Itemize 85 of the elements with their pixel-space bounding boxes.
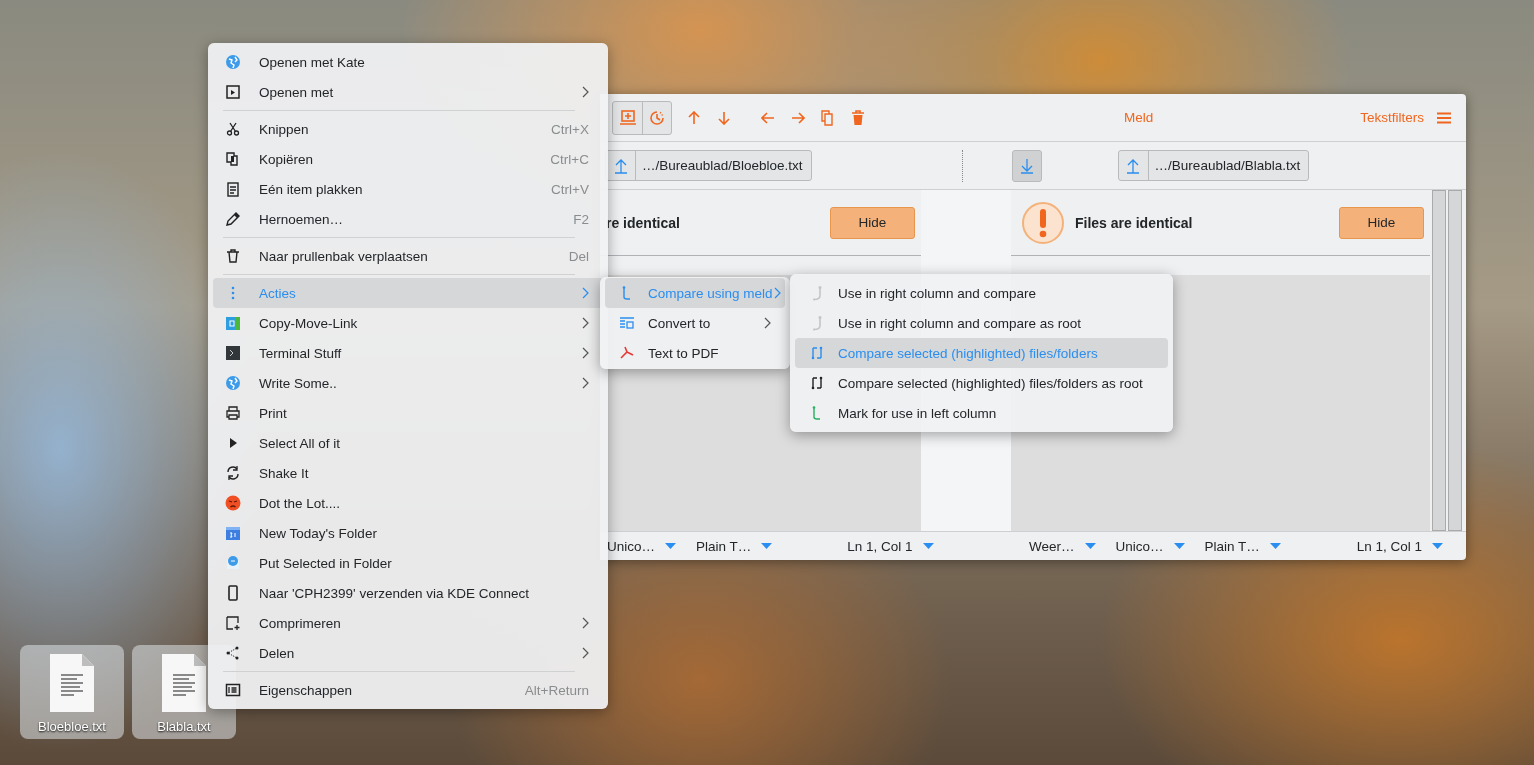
menu-item[interactable]: Eén item plakken Ctrl+V	[213, 174, 603, 204]
monitor-plus-icon	[618, 109, 637, 126]
menu-item[interactable]: Convert to	[605, 308, 785, 338]
archive-icon	[225, 615, 241, 631]
scrollbar[interactable]	[1432, 190, 1446, 531]
caret-icon	[1084, 543, 1096, 549]
caret-icon	[665, 543, 676, 549]
caret-icon	[1173, 543, 1185, 549]
status-dropdown[interactable]: Plain T…	[696, 538, 773, 554]
trash-icon	[851, 109, 865, 126]
globe-icon	[225, 54, 241, 70]
menu-item[interactable]: Put Selected in Folder	[213, 548, 603, 578]
menu-item[interactable]: Write Some..	[213, 368, 603, 398]
arrow-left-icon	[761, 111, 775, 124]
menu-item[interactable]: Naar prullenbak verplaatsen Del	[213, 241, 603, 271]
menu-item[interactable]: Dot the Lot....	[213, 488, 603, 518]
info-message: Files are identical	[1075, 214, 1193, 231]
status-dropdown[interactable]: Ln 1, Col 1	[847, 538, 934, 554]
angry-face-icon	[225, 495, 241, 511]
pencil-icon	[225, 211, 241, 227]
caret-icon	[1432, 543, 1444, 549]
menu-item[interactable]: Use in right column and compare as root	[795, 308, 1168, 338]
menu-item[interactable]: New Today's Folder	[213, 518, 603, 548]
menu-item[interactable]: Knippen Ctrl+X	[213, 114, 603, 144]
menu-item[interactable]: Openen met	[213, 77, 603, 107]
menu-item[interactable]: Openen met Kate	[213, 47, 603, 77]
menu-item[interactable]: Terminal Stuff	[213, 338, 603, 368]
properties-icon	[225, 682, 241, 698]
menu-item[interactable]: Copy-Move-Link	[213, 308, 603, 338]
file-name: Bloebloe.txt	[38, 719, 106, 734]
merge-down-button[interactable]	[1011, 149, 1042, 182]
text-file-icon	[49, 653, 95, 713]
path-field[interactable]: …/Bureaublad/Bloebloe.txt	[605, 150, 812, 181]
printer-icon	[225, 405, 241, 421]
status-dropdown[interactable]: Unico…	[607, 538, 676, 554]
status-dropdown[interactable]: Weer…	[1029, 538, 1096, 554]
copy-icon	[821, 109, 835, 126]
file-name: Blabla.txt	[157, 719, 211, 734]
pdf-icon	[619, 345, 635, 361]
arrow-up-icon	[688, 110, 700, 125]
menu-item[interactable]: Compare selected (highlighted) files/folders as root	[795, 368, 1168, 398]
text-file-icon	[161, 653, 207, 713]
globe-icon	[225, 375, 241, 391]
copy-icon	[225, 151, 241, 167]
info-message: re identical	[606, 214, 680, 231]
play-window-icon	[225, 84, 241, 100]
menu-icon	[1437, 111, 1451, 124]
arrow-down-icon	[1019, 157, 1034, 174]
upload-icon	[613, 157, 628, 174]
menu-item[interactable]: Use in right column and compare	[795, 278, 1168, 308]
share-icon	[225, 645, 241, 661]
clock-icon	[648, 108, 666, 127]
caret-icon	[761, 543, 773, 549]
terminal-icon	[225, 345, 241, 361]
path-field[interactable]: …/Bureaublad/Blabla.txt	[1117, 150, 1310, 181]
scrollbar[interactable]	[1448, 190, 1462, 531]
phone-icon	[225, 585, 241, 601]
upload-icon	[1126, 157, 1141, 174]
menu-item[interactable]: Naar 'CPH2399' verzenden via KDE Connect	[213, 578, 603, 608]
status-dropdown[interactable]: Ln 1, Col 1	[1356, 538, 1444, 554]
compare-icon	[809, 345, 825, 361]
menu-item[interactable]: Mark for use in left column	[795, 398, 1168, 428]
menu-item[interactable]: Print	[213, 398, 603, 428]
menu-item[interactable]: Comprimeren	[213, 608, 603, 638]
caret-icon	[922, 543, 934, 549]
calendar-icon	[225, 525, 241, 541]
menu-item[interactable]: Hernoemen… F2	[213, 204, 603, 234]
status-dropdown[interactable]: Unico…	[1115, 538, 1185, 554]
status-dropdown[interactable]: Plain T…	[1204, 538, 1281, 554]
scissors-icon	[225, 121, 241, 137]
hide-button[interactable]: Hide	[830, 206, 915, 239]
menu-item[interactable]: Shake It	[213, 458, 603, 488]
layout-icon	[619, 315, 635, 331]
clipboard-icon	[225, 181, 241, 197]
caret-icon	[1269, 543, 1281, 549]
refresh-icon	[225, 465, 241, 481]
compare-icon	[809, 375, 825, 391]
trash-icon	[225, 248, 241, 264]
menu-item[interactable]: Kopiëren Ctrl+C	[213, 144, 603, 174]
window-title: Meld	[1124, 110, 1154, 125]
menu-item[interactable]: Select All of it	[213, 428, 603, 458]
hide-button[interactable]: Hide	[1339, 206, 1424, 239]
arrow-down-icon	[718, 110, 730, 125]
menu-item[interactable]: Text to PDF	[605, 338, 785, 368]
arrow-right-icon	[791, 111, 805, 124]
